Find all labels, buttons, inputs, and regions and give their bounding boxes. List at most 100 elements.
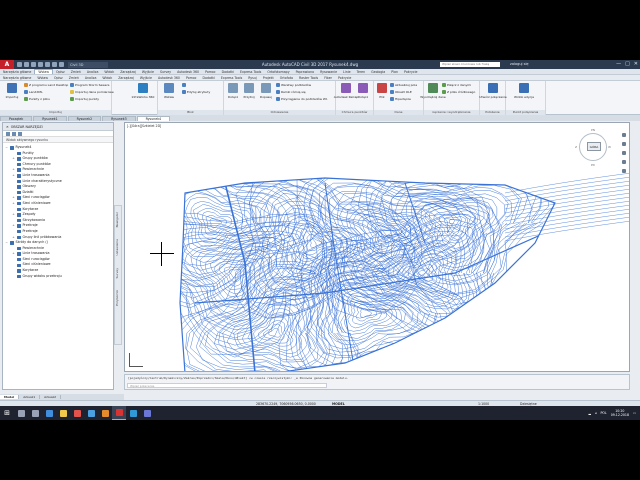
document-tab[interactable]: Rysunek1 <box>33 116 67 121</box>
ribbon-tab[interactable]: Express Tools <box>237 70 264 74</box>
filter-icon[interactable] <box>18 131 22 136</box>
import-button[interactable]: Importuj <box>2 83 22 99</box>
explorer-icon[interactable] <box>56 406 70 420</box>
tree-toggle[interactable]: + <box>12 201 15 207</box>
ribbon-tab[interactable]: Widok <box>101 70 117 74</box>
ribbon-tab[interactable]: Zarządzaj <box>117 70 139 74</box>
infraworks-button[interactable]: InfraWorks 360 <box>130 83 156 99</box>
view-icon[interactable] <box>6 131 10 136</box>
import-survey-button[interactable]: Importuj dane pomiarowe <box>70 90 114 94</box>
notification-icon[interactable]: ▭ <box>633 411 636 415</box>
tree-toggle[interactable]: + <box>12 223 15 229</box>
side-tab[interactable]: Przybornik <box>115 284 119 312</box>
layout-tab[interactable]: Arkusz1 <box>19 395 41 399</box>
tree-toggle[interactable]: + <box>12 156 15 162</box>
insert-block-button[interactable]: Wstaw <box>162 83 176 99</box>
ribbon-tab-secondary[interactable]: Analiza <box>82 76 100 80</box>
zoom-icon[interactable] <box>622 151 626 155</box>
tree-toggle[interactable]: − <box>5 240 8 246</box>
pdf-button[interactable]: Plik <box>376 83 388 99</box>
autocad-icon[interactable] <box>112 406 126 420</box>
tree-toggle[interactable]: + <box>12 173 15 179</box>
language-indicator[interactable]: POL <box>601 411 607 415</box>
ribbon-tab[interactable]: Geologia <box>368 70 388 74</box>
ribbon-tab-secondary[interactable]: Express Tools <box>218 76 245 80</box>
redo-icon[interactable] <box>59 62 64 67</box>
undo-icon[interactable] <box>52 62 57 67</box>
ribbon-tab-secondary[interactable]: Ortofoto <box>277 76 296 80</box>
ribbon-tab-secondary[interactable]: Opisz <box>51 76 66 80</box>
open-icon[interactable] <box>24 62 29 67</box>
autocad-logo-icon[interactable]: A <box>0 60 14 69</box>
import-points-button[interactable]: Importuj punkty <box>70 97 99 101</box>
ribbon-tab-secondary[interactable]: Pomoc <box>183 76 200 80</box>
chrome-icon[interactable] <box>70 406 84 420</box>
recap-button[interactable]: Autodesk ReCap <box>334 83 358 99</box>
workspace-select[interactable]: Civil 3D <box>68 61 108 68</box>
ribbon-tab[interactable]: Zmień <box>68 70 84 74</box>
showmotion-icon[interactable] <box>622 169 626 173</box>
ribbon-tab-secondary[interactable]: Fiber <box>321 76 335 80</box>
ribbon-tab-secondary[interactable]: Pokrycie <box>335 76 354 80</box>
viewport-controls-label[interactable]: [-][Góra][Szkielet 2D] <box>127 124 162 128</box>
attach-button[interactable]: Dołącz <box>226 83 240 99</box>
ribbon-tab-secondary[interactable]: Wstaw <box>34 76 51 80</box>
viewcube[interactable]: GÓRA <box>579 133 607 161</box>
document-tab[interactable]: Rysunek4 <box>136 116 171 121</box>
adjust-button[interactable]: Dopasuj <box>258 83 274 99</box>
from-source-button[interactable]: Z pliku źródłowego <box>442 90 475 94</box>
side-tab[interactable]: Nawigator <box>115 206 119 233</box>
taskview-icon[interactable] <box>28 406 42 420</box>
document-tab[interactable]: Rysunek2 <box>67 116 102 121</box>
ribbon-tab[interactable]: Rysowanie <box>317 70 340 74</box>
store-icon[interactable] <box>84 406 98 420</box>
edge-icon[interactable] <box>42 406 56 420</box>
ribbon-tab[interactable]: Autodesk 360 <box>174 70 202 74</box>
ribbon-tab[interactable]: Survey <box>157 70 174 74</box>
search-input[interactable]: Wpisz słowo kluczowe lub frazę <box>440 62 500 67</box>
tree-toggle[interactable]: + <box>12 251 15 257</box>
ribbon-tab-secondary[interactable]: Rysuj <box>245 76 260 80</box>
ribbon-tab[interactable]: Narzędzia główne <box>0 70 34 74</box>
layout-tab[interactable]: Arkusz2 <box>40 395 62 399</box>
hyperlink-button[interactable]: Hiperłącze <box>390 97 411 101</box>
network-icon[interactable]: ▂ <box>588 411 590 415</box>
ribbon-tab[interactable]: Ortofotomapy <box>264 70 292 74</box>
ribbon-tab-secondary[interactable]: Autodesk 360 <box>155 76 183 80</box>
ribbon-tab[interactable]: Pomoc <box>202 70 219 74</box>
compass-north[interactable]: PN <box>591 128 595 132</box>
settings-icon[interactable] <box>140 406 154 420</box>
document-tab[interactable]: Początek <box>0 116 33 121</box>
define-attr-button[interactable] <box>182 83 186 87</box>
tree-node[interactable]: Grupy widoku przekroju <box>5 274 111 280</box>
ole-button[interactable]: Obiekt OLE <box>390 90 412 94</box>
pan-icon[interactable] <box>622 142 626 146</box>
new-icon[interactable] <box>17 62 22 67</box>
update-fields-button[interactable]: Aktualizuj pola <box>390 83 417 87</box>
landxml-button[interactable]: LandXML <box>24 90 43 94</box>
land-desktop-button[interactable]: Z programu Land Desktop <box>24 83 68 87</box>
ribbon-tab[interactable]: Plan <box>388 70 401 74</box>
ribbon-tab[interactable]: Poprawiono <box>293 70 317 74</box>
window-edit-button[interactable]: Widok edycja <box>510 83 538 99</box>
media-icon[interactable] <box>98 406 112 420</box>
saveas-icon[interactable] <box>38 62 43 67</box>
clock[interactable]: 10:20 09.12.2018 <box>611 409 629 417</box>
ribbon-tab-secondary[interactable]: Narzędzia główne <box>0 76 34 80</box>
layout-tab[interactable]: Model <box>0 395 20 399</box>
frame-button[interactable]: Ramki różnią się <box>276 90 306 94</box>
command-input[interactable]: Wpisz polecenie <box>127 383 327 388</box>
ribbon-tab-secondary[interactable]: Zarządzaj <box>115 76 137 80</box>
ribbon-tab-secondary[interactable]: Dodatki <box>200 76 218 80</box>
ribbon-tab[interactable]: Wstaw <box>34 69 53 74</box>
compass-south[interactable]: PD <box>591 163 595 167</box>
ribbon-tab[interactable]: Opisz <box>53 70 68 74</box>
clip-button[interactable]: Przytnij <box>242 83 256 99</box>
ribbon-tab[interactable]: Dodatki <box>219 70 237 74</box>
side-tab[interactable]: Ustawienia <box>115 233 119 261</box>
snap-button[interactable]: Przyciąganie do podkładów Wł. <box>276 97 328 101</box>
save-icon[interactable] <box>31 62 36 67</box>
storm-sewers-button[interactable]: Program Storm Sewers <box>70 83 109 87</box>
steeringwheel-icon[interactable] <box>622 133 626 137</box>
orbit-icon[interactable] <box>622 160 626 164</box>
